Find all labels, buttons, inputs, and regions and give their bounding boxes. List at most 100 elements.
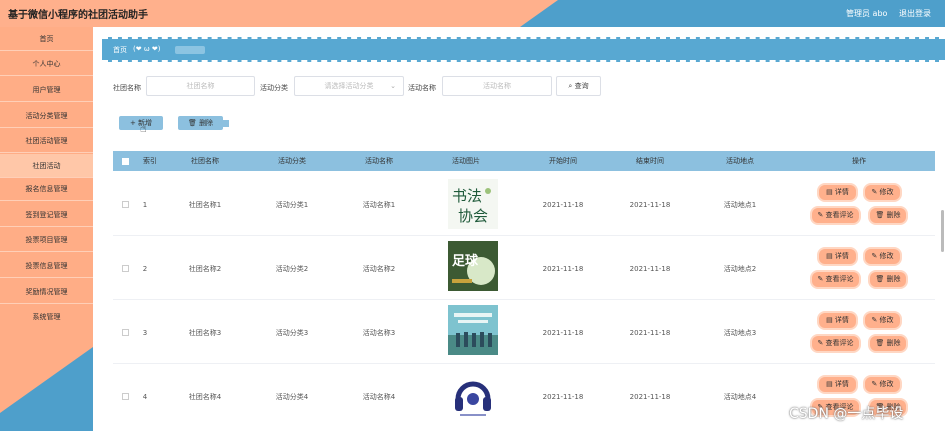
category-select[interactable]: 请选择活动分类 ⌄	[294, 76, 404, 96]
cell-index: 3	[142, 329, 148, 337]
query-button[interactable]: ⌕ 查询	[556, 76, 601, 96]
header-club: 社团名称	[191, 157, 219, 165]
cell-place: 活动地点2	[723, 265, 757, 273]
row-checkbox[interactable]	[122, 329, 129, 336]
svg-text:足球: 足球	[452, 253, 479, 269]
header-activity: 活动名称	[365, 157, 393, 165]
row-checkbox[interactable]	[122, 265, 129, 272]
sidebar-item-home[interactable]: 首页	[0, 27, 93, 51]
svg-text:书法: 书法	[452, 187, 482, 205]
category-select-placeholder: 请选择活动分类	[324, 82, 374, 90]
activity-image: 书法 协会	[448, 179, 498, 229]
cell-index: 1	[142, 201, 148, 209]
cell-category: 活动分类3	[275, 329, 309, 337]
logout-link[interactable]: 退出登录	[899, 8, 931, 19]
document-icon: ▤	[826, 380, 835, 388]
cell-activity: 活动名称3	[362, 329, 396, 337]
detail-button-label: 详情	[834, 188, 849, 196]
sidebar-item-club-activity-mgmt[interactable]: 社团活动管理	[0, 129, 93, 153]
search-icon: ⌕	[568, 82, 573, 90]
detail-button[interactable]: ▤ 详情	[819, 185, 856, 200]
mouse-pointer-icon: ☝	[140, 122, 147, 135]
sidebar-item-checkin[interactable]: 签到登记管理	[0, 203, 93, 227]
view-comments-button[interactable]: ✎ 查看评论	[812, 208, 859, 223]
delete-row-button-label: 删除	[886, 211, 901, 219]
club-name-input[interactable]: 社团名称	[146, 76, 255, 96]
document-icon: ▤	[826, 316, 835, 324]
cell-activity: 活动名称4	[362, 393, 396, 401]
sidebar-item-vote-info[interactable]: 投票信息管理	[0, 254, 93, 278]
sidebar-item-users[interactable]: 用户管理	[0, 78, 93, 102]
cell-club: 社团名称3	[188, 329, 222, 337]
pencil-icon: ✎	[817, 275, 826, 283]
delete-row-button[interactable]: 🗑 删除	[870, 208, 906, 223]
breadcrumb-current	[175, 46, 205, 54]
cell-end: 2021-11-18	[629, 201, 671, 209]
delete-row-button-label: 删除	[886, 275, 901, 283]
edit-button[interactable]: ✎ 修改	[865, 185, 900, 200]
view-comments-button[interactable]: ✎ 查看评论	[812, 336, 859, 351]
current-user: 管理员 abo	[846, 9, 888, 18]
cell-place: 活动地点1	[723, 201, 757, 209]
sidebar-item-activity-category[interactable]: 活动分类管理	[0, 104, 93, 128]
edit-button[interactable]: ✎ 修改	[865, 249, 900, 264]
edit-button-label: 修改	[879, 252, 894, 260]
vertical-scrollbar[interactable]	[941, 210, 944, 252]
detail-button[interactable]: ▤ 详情	[819, 377, 856, 392]
sidebar-item-system[interactable]: 系统管理	[0, 305, 93, 329]
breadcrumb-home[interactable]: 首页	[113, 45, 127, 55]
category-label: 活动分类	[260, 84, 288, 92]
pencil-icon: ✎	[871, 316, 880, 324]
delete-row-button[interactable]: 🗑 删除	[870, 336, 906, 351]
activity-name-label: 活动名称	[408, 84, 436, 92]
pencil-icon: ✎	[871, 188, 880, 196]
edit-button-label: 修改	[879, 380, 894, 388]
cell-category: 活动分类2	[275, 265, 309, 273]
document-icon: ▤	[826, 252, 835, 260]
trash-icon: 🗑	[875, 211, 887, 219]
cell-end: 2021-11-18	[629, 393, 671, 401]
header-ops: 操作	[852, 157, 866, 165]
svg-text:协会: 协会	[458, 207, 488, 225]
select-all-checkbox[interactable]	[122, 158, 129, 165]
cell-start: 2021-11-18	[542, 265, 584, 273]
view-comments-button[interactable]: ✎ 查看评论	[812, 272, 859, 287]
sidebar-item-reward[interactable]: 奖励情况管理	[0, 280, 93, 304]
detail-button[interactable]: ▤ 详情	[819, 313, 856, 328]
header-end: 结束时间	[636, 157, 664, 165]
sidebar-item-vote-project[interactable]: 投票项目管理	[0, 228, 93, 252]
row-checkbox[interactable]	[122, 393, 129, 400]
header-index: 索引	[143, 157, 157, 165]
pencil-icon: ✎	[817, 211, 826, 219]
cell-club: 社团名称2	[188, 265, 222, 273]
breadcrumb-emoticon: (❤ ω ❤)	[133, 45, 161, 53]
club-name-label: 社团名称	[113, 84, 141, 92]
detail-button[interactable]: ▤ 详情	[819, 249, 856, 264]
pencil-icon: ✎	[817, 339, 826, 347]
table-row: 1 社团名称1 活动分类1 活动名称1 书法 协会 2021-11-18 202…	[113, 172, 935, 236]
cell-index: 2	[142, 265, 148, 273]
sidebar-item-signup[interactable]: 报名信息管理	[0, 177, 93, 201]
cell-place: 活动地点3	[723, 329, 757, 337]
row-checkbox[interactable]	[122, 201, 129, 208]
delete-button[interactable]: 🗑 删除	[178, 116, 229, 130]
delete-row-button[interactable]: 🗑 删除	[870, 272, 906, 287]
cell-place: 活动地点4	[723, 393, 757, 401]
activity-name-input[interactable]: 活动名称	[442, 76, 552, 96]
detail-button-label: 详情	[834, 380, 849, 388]
cell-index: 4	[142, 393, 148, 401]
header-place: 活动地点	[726, 157, 754, 165]
sidebar-item-profile[interactable]: 个人中心	[0, 52, 93, 76]
trash-icon: 🗑	[875, 275, 887, 283]
app-title: 基于微信小程序的社团活动助手	[8, 10, 148, 21]
sidebar-item-club-activity[interactable]: 社团活动	[0, 154, 93, 178]
view-comments-button-label: 查看评论	[825, 275, 854, 283]
edit-button-label: 修改	[879, 316, 894, 324]
activity-image: 足球	[448, 241, 498, 291]
cell-start: 2021-11-18	[542, 329, 584, 337]
delete-button-tail	[221, 120, 229, 127]
activity-image	[448, 369, 498, 419]
edit-button-label: 修改	[879, 188, 894, 196]
edit-button[interactable]: ✎ 修改	[865, 377, 900, 392]
edit-button[interactable]: ✎ 修改	[865, 313, 900, 328]
